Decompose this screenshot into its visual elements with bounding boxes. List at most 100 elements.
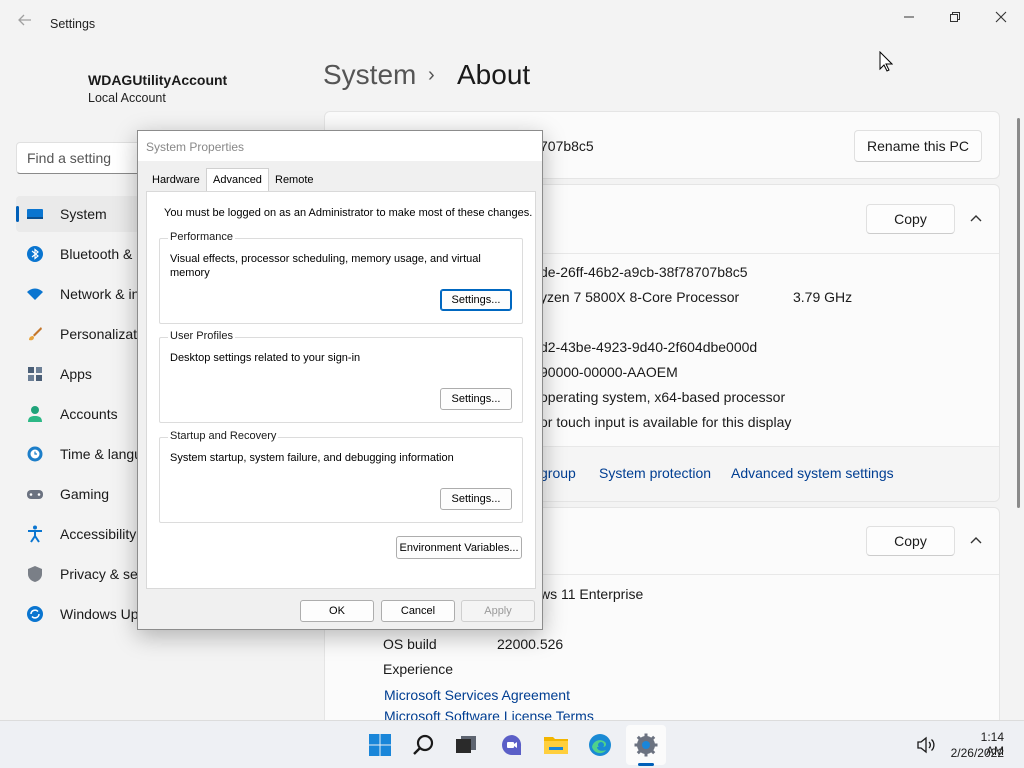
device-id-value: de-26ff-46b2-a9cb-38f78707b8c5 (540, 264, 748, 280)
close-icon[interactable] (985, 6, 1017, 28)
sidebar-item-system[interactable]: System (16, 196, 140, 232)
chat-icon[interactable] (496, 729, 528, 761)
product-id-guid-value: d2-43be-4923-9d40-2f604dbe000d (540, 339, 758, 355)
cancel-button[interactable]: Cancel (381, 600, 455, 622)
sidebar-item-label: Privacy & sec (60, 566, 145, 582)
brush-icon (29, 327, 42, 341)
processor-speed-value: 3.79 GHz (793, 289, 853, 305)
sidebar-item-personalization[interactable]: Personalizati (16, 316, 140, 352)
back-arrow-icon[interactable] (14, 12, 36, 34)
sidebar-item-label: Accounts (60, 406, 118, 422)
product-id-value: 90000-00000-AAOEM (540, 364, 678, 380)
accessibility-icon (28, 525, 42, 543)
minimize-icon[interactable] (893, 6, 925, 28)
rename-pc-button[interactable]: Rename this PC (854, 130, 982, 162)
sidebar-item-accessibility[interactable]: Accessibility (16, 516, 140, 552)
update-icon (27, 606, 43, 622)
tab-remote[interactable]: Remote (269, 171, 320, 191)
user-profiles-group: User Profiles Desktop settings related t… (159, 330, 523, 423)
profile-name: WDAGUtilityAccount (88, 72, 228, 88)
performance-title: Performance (168, 231, 235, 243)
copy-device-specs-button[interactable]: Copy (866, 204, 955, 234)
scrollbar[interactable] (1017, 118, 1020, 508)
performance-group: Performance Visual effects, processor sc… (159, 231, 523, 324)
advanced-tab-panel: You must be logged on as an Administrato… (146, 191, 536, 589)
sidebar-item-privacy-security[interactable]: Privacy & sec (16, 556, 145, 592)
sidebar-item-label: System (60, 206, 107, 222)
file-explorer-icon[interactable] (540, 729, 572, 761)
gamepad-icon (27, 490, 43, 499)
apply-button[interactable]: Apply (461, 600, 535, 622)
system-properties-dialog: System Properties Hardware Advanced Remo… (137, 130, 543, 630)
dialog-title: System Properties (146, 140, 245, 154)
breadcrumb-system[interactable]: System (323, 59, 416, 91)
apps-icon (28, 367, 42, 381)
pen-touch-value: or touch input is available for this dis… (540, 414, 792, 430)
startup-recovery-settings-button[interactable]: Settings... (440, 488, 512, 510)
profile-account-type: Local Account (88, 91, 166, 105)
search-icon[interactable] (408, 729, 440, 761)
system-type-value: operating system, x64-based processor (540, 389, 786, 405)
chevron-up-icon[interactable] (967, 210, 985, 228)
startup-recovery-title: Startup and Recovery (168, 430, 279, 442)
volume-icon[interactable] (910, 729, 942, 761)
wifi-icon (27, 288, 43, 300)
sidebar-item-label: Time & langu (60, 446, 142, 462)
performance-settings-button[interactable]: Settings... (440, 289, 512, 311)
performance-description: Visual effects, processor scheduling, me… (170, 253, 481, 265)
tab-advanced[interactable]: Advanced (206, 168, 269, 192)
system-protection-link[interactable]: System protection (599, 465, 711, 481)
sidebar-item-label: Apps (60, 366, 92, 382)
sidebar-item-windows-update[interactable]: Windows Up (16, 596, 140, 632)
task-view-icon[interactable] (450, 729, 482, 761)
start-icon[interactable] (364, 729, 396, 761)
sidebar-item-gaming[interactable]: Gaming (16, 476, 140, 512)
shield-icon (28, 566, 42, 582)
edition-value: ws 11 Enterprise (540, 586, 644, 602)
monitor-icon (27, 209, 43, 219)
sidebar-item-label: Accessibility (60, 526, 137, 542)
sidebar-item-accounts[interactable]: Accounts (16, 396, 140, 432)
advanced-system-settings-link[interactable]: Advanced system settings (731, 465, 894, 481)
environment-variables-button[interactable]: Environment Variables... (396, 536, 522, 559)
active-app-indicator (638, 763, 654, 766)
os-build-value: 22000.526 (497, 636, 564, 652)
clock-globe-icon (27, 446, 43, 462)
settings-icon[interactable] (630, 729, 662, 761)
taskbar (0, 720, 1024, 768)
person-icon (28, 406, 42, 422)
device-name: 707b8c5 (540, 138, 594, 154)
tab-hardware[interactable]: Hardware (146, 171, 206, 191)
sidebar-item-apps[interactable]: Apps (16, 356, 140, 392)
domain-workgroup-link[interactable]: group (540, 465, 576, 481)
copy-windows-specs-button[interactable]: Copy (866, 526, 955, 556)
admin-notice: You must be logged on as an Administrato… (164, 207, 533, 219)
user-profiles-title: User Profiles (168, 330, 235, 342)
sidebar-item-bluetooth[interactable]: Bluetooth & (16, 236, 140, 272)
bluetooth-icon (27, 246, 43, 262)
page-title: About (457, 59, 531, 90)
experience-label: Experience (383, 661, 454, 677)
edge-icon[interactable] (584, 729, 616, 761)
title-bar: Settings (0, 0, 1024, 48)
processor-value: yzen 7 5800X 8-Core Processor (540, 289, 740, 305)
sidebar-item-label: Bluetooth & (60, 246, 133, 262)
services-agreement-link[interactable]: Microsoft Services Agreement (384, 687, 570, 703)
sidebar-item-label: Personalizati (60, 326, 141, 342)
sidebar-item-label: Windows Up (60, 606, 139, 622)
sidebar-item-time-language[interactable]: Time & langu (16, 436, 142, 472)
breadcrumb-separator: › (428, 64, 435, 86)
clock-date[interactable]: 2/26/2022 (944, 746, 1004, 760)
active-indicator (16, 206, 19, 222)
mouse-cursor-icon (879, 51, 893, 72)
sidebar-item-label: Network & in (60, 286, 140, 302)
chevron-up-icon[interactable] (967, 532, 985, 550)
sidebar-item-label: Gaming (60, 486, 110, 502)
ok-button[interactable]: OK (300, 600, 374, 622)
user-profiles-settings-button[interactable]: Settings... (440, 388, 512, 410)
dialog-title-bar[interactable]: System Properties (138, 131, 542, 161)
restore-icon[interactable] (939, 6, 971, 28)
startup-recovery-description: System startup, system failure, and debu… (170, 452, 454, 464)
sidebar-item-network[interactable]: Network & in (16, 276, 140, 312)
os-build-label: OS build (383, 636, 437, 652)
